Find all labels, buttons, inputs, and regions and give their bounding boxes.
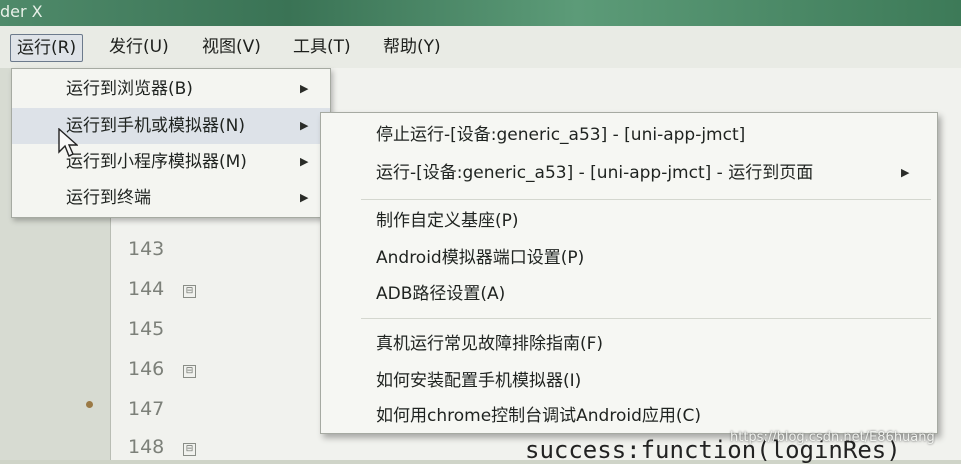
submenu-item-label: ADB路径设置(A): [376, 284, 506, 304]
submenu-item-stop-run[interactable]: 停止运行-[设备:generic_a53] - [uni-app-jmct]: [321, 117, 937, 153]
menu-item-run-terminal[interactable]: 运行到终端 ▶: [12, 180, 330, 216]
menu-help[interactable]: 帮助(Y): [377, 34, 447, 60]
menu-item-label: 运行到小程序模拟器(M): [66, 152, 247, 172]
submenu-item-install-emulator[interactable]: 如何安装配置手机模拟器(I): [321, 363, 937, 399]
menu-view[interactable]: 视图(V): [196, 34, 267, 60]
line-number: 147: [128, 398, 165, 420]
device-submenu: 停止运行-[设备:generic_a53] - [uni-app-jmct] 运…: [320, 112, 938, 434]
submenu-item-label: 真机运行常见故障排除指南(F): [376, 334, 604, 354]
submenu-item-label: 运行-[设备:generic_a53] - [uni-app-jmct] - 运…: [376, 163, 814, 183]
submenu-arrow-icon: ▶: [300, 82, 309, 95]
menu-item-run-browser[interactable]: 运行到浏览器(B) ▶: [12, 71, 330, 107]
menu-separator: [361, 199, 931, 200]
submenu-item-label: 如何用chrome控制台调试Android应用(C): [376, 406, 702, 426]
line-number: 145: [128, 318, 165, 340]
fold-toggle-icon[interactable]: ⊟: [183, 365, 196, 378]
submenu-arrow-icon: ▶: [300, 119, 309, 132]
submenu-arrow-icon: ▶: [300, 191, 309, 204]
submenu-item-troubleshoot-guide[interactable]: 真机运行常见故障排除指南(F): [321, 326, 937, 362]
submenu-item-adb-path[interactable]: ADB路径设置(A): [321, 276, 937, 312]
breakpoint-dot-icon[interactable]: [86, 401, 93, 408]
menu-item-label: 运行到终端: [66, 188, 151, 208]
submenu-item-label: Android模拟器端口设置(P): [376, 248, 585, 268]
submenu-arrow-icon: ▶: [300, 155, 309, 168]
submenu-item-label: 制作自定义基座(P): [376, 211, 519, 231]
submenu-item-run-to-page[interactable]: 运行-[设备:generic_a53] - [uni-app-jmct] - 运…: [321, 155, 937, 191]
submenu-item-chrome-debug[interactable]: 如何用chrome控制台调试Android应用(C): [321, 398, 937, 434]
menu-tools[interactable]: 工具(T): [287, 34, 357, 60]
submenu-item-label: 如何安装配置手机模拟器(I): [376, 371, 582, 391]
menu-item-label: 运行到浏览器(B): [66, 79, 193, 99]
window-title: der X: [0, 2, 43, 21]
menu-run[interactable]: 运行(R): [10, 34, 84, 62]
submenu-item-label: 停止运行-[设备:generic_a53] - [uni-app-jmct]: [376, 125, 746, 145]
line-number: 148: [128, 436, 165, 458]
menu-publish[interactable]: 发行(U): [103, 34, 175, 60]
submenu-item-emulator-port[interactable]: Android模拟器端口设置(P): [321, 240, 937, 276]
line-number: 146: [128, 358, 165, 380]
line-number: 144: [128, 278, 165, 300]
menu-separator: [361, 318, 931, 319]
menu-item-label: 运行到手机或模拟器(N): [66, 116, 245, 136]
submenu-item-custom-base[interactable]: 制作自定义基座(P): [321, 203, 937, 239]
fold-toggle-icon[interactable]: ⊟: [183, 443, 196, 456]
line-number: 143: [128, 238, 165, 260]
mouse-cursor-icon: [58, 128, 78, 157]
title-bar: der X: [0, 0, 961, 26]
submenu-arrow-icon: ▶: [901, 166, 910, 179]
menu-bar: 运行(R) 发行(U) 视图(V) 工具(T) 帮助(Y): [0, 26, 961, 69]
watermark: https://blog.csdn.net/E86huang: [730, 430, 935, 445]
fold-toggle-icon[interactable]: ⊟: [183, 285, 196, 298]
